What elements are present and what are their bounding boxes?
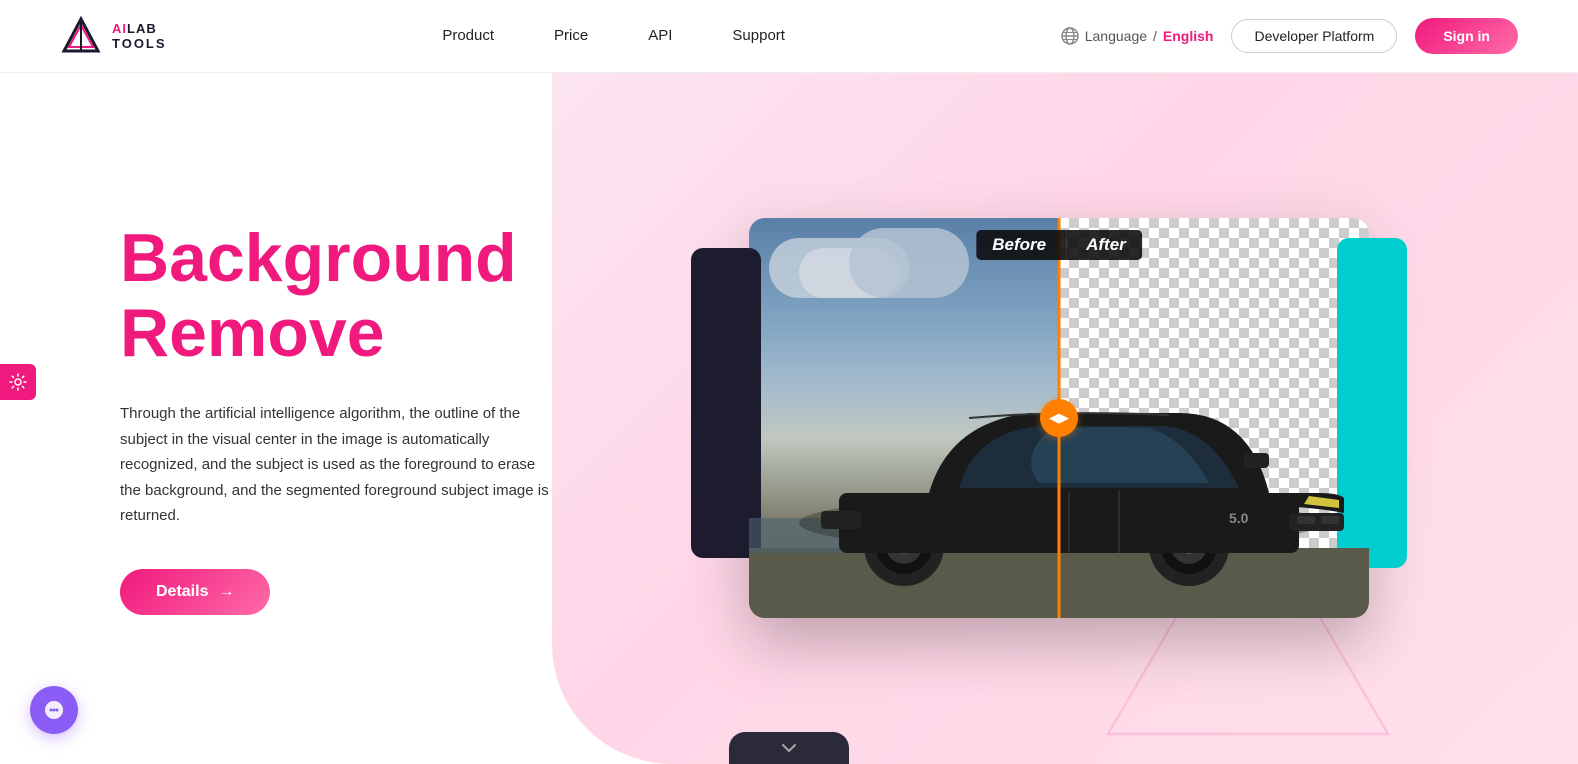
nav-product[interactable]: Product [442, 27, 494, 44]
globe-icon [1061, 27, 1079, 45]
comparison-labels: Before After [976, 230, 1142, 260]
before-label: Before [976, 230, 1066, 260]
nav-links: Product Price API Support [442, 27, 785, 45]
hero-image-area: 5.0 Before After [560, 148, 1578, 688]
hero-description: Through the artificial intelligence algo… [120, 401, 560, 529]
before-after-frame[interactable]: 5.0 Before After [749, 218, 1369, 618]
arrow-icon: → [218, 583, 234, 601]
chat-icon [43, 699, 65, 721]
scroll-icon [781, 743, 797, 753]
nav-support[interactable]: Support [732, 27, 785, 44]
nav-api[interactable]: API [648, 27, 672, 44]
nav-price[interactable]: Price [554, 27, 588, 44]
language-selector[interactable]: Language / English [1061, 27, 1214, 45]
cloud-3 [849, 228, 969, 298]
logo-icon [60, 15, 102, 57]
floating-chat-button[interactable] [30, 686, 78, 734]
nav-right: Language / English Developer Platform Si… [1061, 18, 1518, 54]
split-handle[interactable]: ◀▶ [1040, 399, 1078, 437]
comparison-container: 5.0 Before After [699, 188, 1399, 648]
logo[interactable]: AILAB TOOLS [60, 15, 167, 57]
svg-text:5.0: 5.0 [1229, 510, 1249, 526]
brand-name: AILAB TOOLS [112, 21, 167, 51]
language-text: Language [1085, 28, 1147, 44]
hero-title: Background Remove [120, 221, 560, 371]
hero-content: Background Remove Through the artificial… [0, 141, 560, 694]
hero-section: Background Remove Through the artificial… [0, 72, 1578, 764]
language-value: English [1163, 28, 1214, 44]
after-label: After [1066, 230, 1142, 260]
details-button[interactable]: Details → [120, 569, 270, 615]
navbar: AILAB TOOLS Product Price API Support La… [0, 0, 1578, 72]
sign-in-button[interactable]: Sign in [1415, 18, 1518, 54]
floating-settings-button[interactable] [0, 364, 36, 400]
split-arrows-icon: ◀▶ [1049, 410, 1069, 426]
scroll-indicator[interactable] [729, 732, 849, 764]
developer-platform-button[interactable]: Developer Platform [1231, 19, 1397, 53]
settings-icon [9, 373, 27, 391]
